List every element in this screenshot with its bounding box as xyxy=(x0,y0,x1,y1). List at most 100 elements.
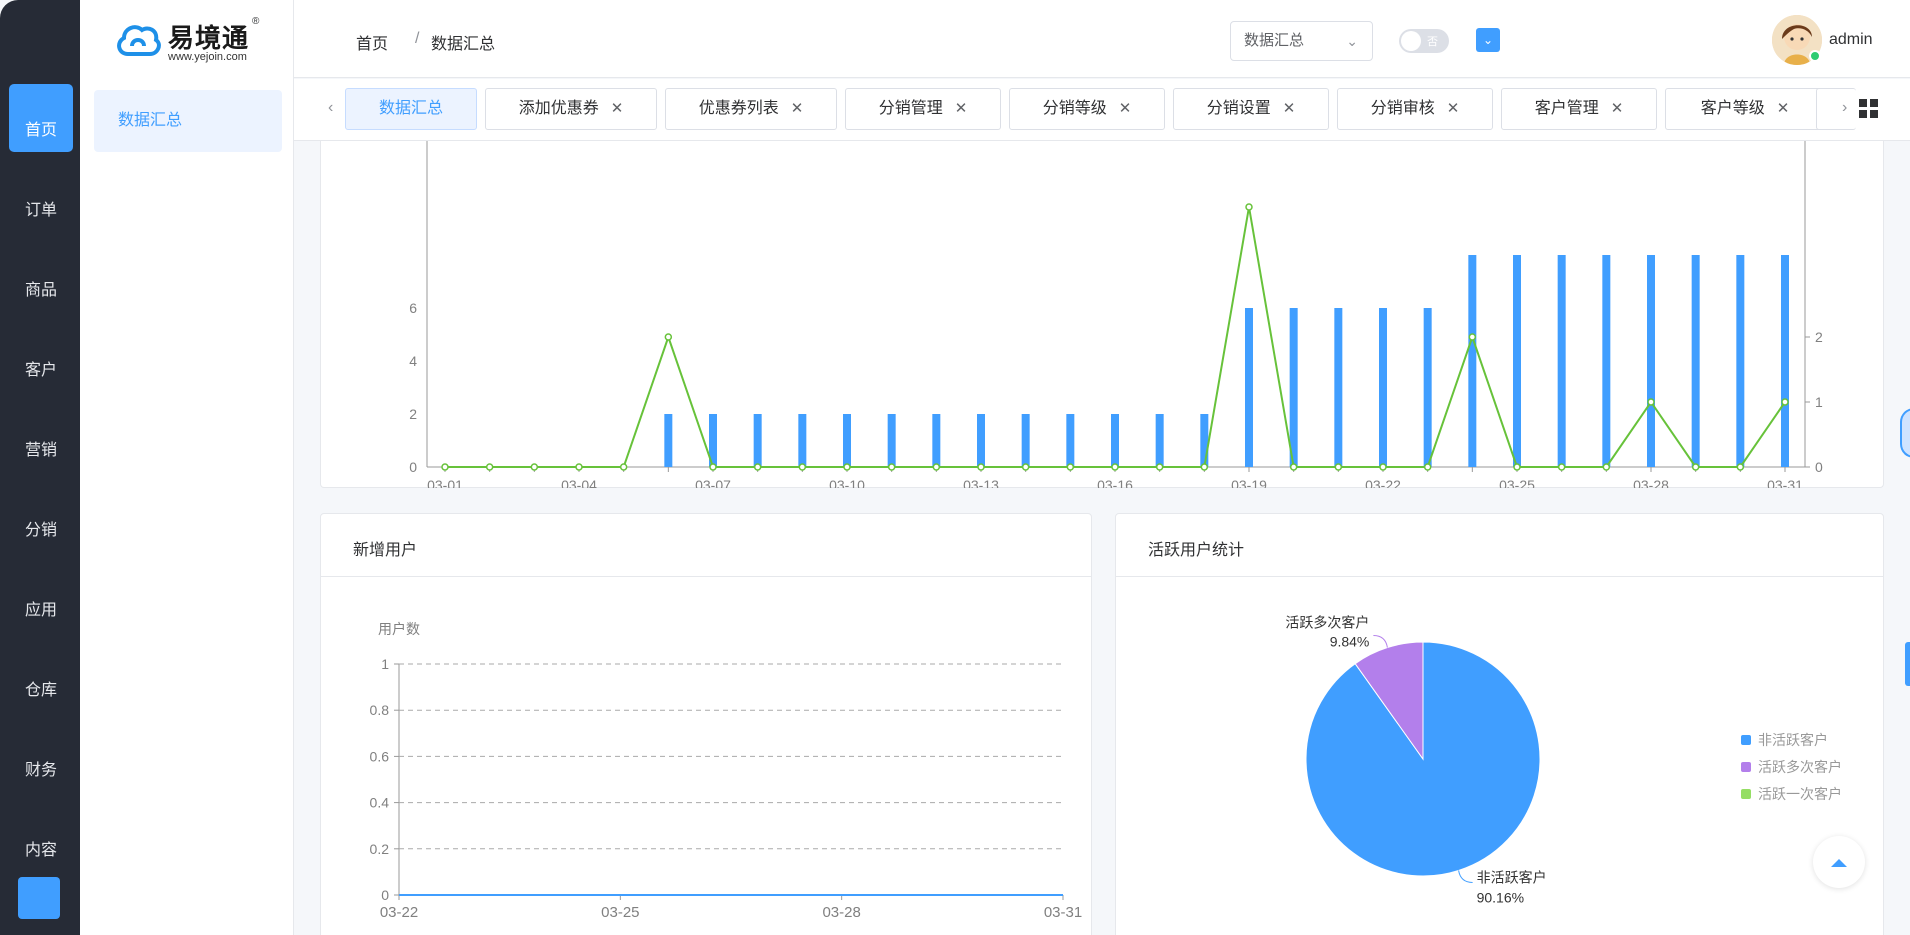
sidebar-item-label: 首页 xyxy=(24,122,57,139)
pie-label-value: 9.84% xyxy=(1330,634,1370,650)
theme-toggle[interactable]: 否 xyxy=(1399,29,1449,53)
close-icon[interactable]: ✕ xyxy=(955,100,968,117)
sidebar-item-order[interactable]: 订单 xyxy=(9,164,73,232)
bar-mark xyxy=(1021,414,1030,467)
bar-mark xyxy=(1513,255,1521,467)
registered-mark: ® xyxy=(252,16,260,27)
line-point xyxy=(1289,463,1298,471)
sidebar-item-marketing[interactable]: 营销 xyxy=(9,404,73,472)
username-label: admin xyxy=(1829,31,1873,48)
y-right-tick-label: 2 xyxy=(1815,329,1823,345)
bar-mark xyxy=(664,414,673,467)
home-icon xyxy=(9,84,73,110)
line-point xyxy=(798,463,807,471)
sidebar-item-content[interactable]: 内容 xyxy=(9,804,73,872)
sidebar-item-app[interactable]: 应用 xyxy=(9,564,73,632)
sidebar-item-warehouse[interactable]: 仓库 xyxy=(9,644,73,712)
side-panel-handle[interactable] xyxy=(1905,642,1910,686)
menu-search-select[interactable]: 数据汇总 ⌄ xyxy=(1230,21,1373,61)
sidebar-item-finance[interactable]: 财务 xyxy=(9,724,73,792)
sidebar-item-goods[interactable]: 商品 xyxy=(9,244,73,312)
breadcrumb-current: 数据汇总 xyxy=(431,30,495,54)
pie-label-name: 非活跃客户 xyxy=(1477,869,1547,885)
x-tick-label: 03-28 xyxy=(822,904,860,921)
tab-0[interactable]: 数据汇总 xyxy=(345,88,477,130)
close-icon[interactable]: ✕ xyxy=(611,100,624,117)
breadcrumb-home[interactable]: 首页 xyxy=(356,30,388,54)
theme-color-picker[interactable]: ⌄ xyxy=(1476,28,1500,52)
top-bar: 首页 / 数据汇总 数据汇总 ⌄ 否 ⌄ admin xyxy=(294,0,1910,78)
grid-menu-icon[interactable] xyxy=(1859,99,1879,119)
tab-8[interactable]: 客户等级 ✕ xyxy=(1665,88,1825,130)
tab-4[interactable]: 分销等级 ✕ xyxy=(1009,88,1165,130)
line-point xyxy=(1736,463,1745,471)
sidebar-item-label: 订单 xyxy=(24,202,57,219)
close-icon[interactable]: ✕ xyxy=(1283,100,1296,117)
legend-label: 活跃多次客户 xyxy=(1758,759,1842,775)
y-tick-label: 1 xyxy=(381,656,389,672)
cloud-logo-icon xyxy=(117,25,161,56)
tool-icon-2[interactable] xyxy=(1559,28,1579,52)
tabs-scroll-right-icon[interactable]: › xyxy=(1842,99,1847,117)
bar-mark xyxy=(1245,308,1253,467)
x-tick-label: 03-10 xyxy=(829,477,865,488)
tool-icon-4[interactable] xyxy=(1632,28,1652,52)
collapse-sidebar-button[interactable] xyxy=(18,877,60,919)
order-trend-chart: 0 2 4 6 0 1 2 03-01 03-04 03-07 03-10 03-13 03-16 03-… xyxy=(409,141,1823,493)
x-tick-label: 03-28 xyxy=(1633,477,1669,488)
close-icon[interactable]: ✕ xyxy=(1119,100,1132,117)
back-to-top-button[interactable] xyxy=(1813,836,1865,888)
bar-mark xyxy=(1289,308,1298,467)
goods-icon xyxy=(9,244,73,270)
tool-icon-7[interactable] xyxy=(1741,28,1761,52)
close-icon[interactable]: ✕ xyxy=(1447,100,1460,117)
tab-label: 分销设置 xyxy=(1206,100,1271,117)
tool-icon-1[interactable] xyxy=(1522,28,1542,52)
bar-mark xyxy=(977,414,985,467)
marketing-icon xyxy=(9,404,73,430)
line-point xyxy=(1468,333,1477,341)
bar-mark xyxy=(1155,414,1164,467)
line-point xyxy=(843,463,851,471)
bar-mark xyxy=(887,414,896,467)
subnav-item-data-summary[interactable]: 数据汇总 xyxy=(94,90,282,152)
logo-text: 易境通 xyxy=(168,23,250,53)
tab-5[interactable]: 分销设置 ✕ xyxy=(1173,88,1329,130)
active-users-title: 活跃用户统计 xyxy=(1148,542,1245,559)
x-tick-label: 03-25 xyxy=(1499,477,1535,488)
tool-icon-3[interactable] xyxy=(1595,28,1615,52)
sidebar-item-customer[interactable]: 客户 xyxy=(9,324,73,392)
x-tick-label: 03-31 xyxy=(1767,477,1803,488)
tab-1[interactable]: 添加优惠券 ✕ xyxy=(485,88,657,130)
floating-side-button[interactable] xyxy=(1900,408,1910,458)
sidebar-item-distribution[interactable]: 分销 xyxy=(9,484,73,552)
x-tick-label: 03-01 xyxy=(427,477,463,488)
close-icon[interactable]: ✕ xyxy=(791,100,804,117)
y-left-tick-label: 2 xyxy=(409,406,417,422)
tool-icon-5[interactable] xyxy=(1668,28,1688,52)
user-menu[interactable]: admin xyxy=(1829,31,1873,49)
tabs-scroll-left-icon[interactable]: ‹ xyxy=(328,99,333,117)
search-select-value: 数据汇总 xyxy=(1244,32,1305,49)
tab-3[interactable]: 分销管理 ✕ xyxy=(845,88,1001,130)
warehouse-icon xyxy=(9,644,73,670)
sidebar-item-label: 分销 xyxy=(24,522,57,539)
line-point xyxy=(753,463,762,471)
bar-mark xyxy=(1647,255,1655,467)
close-icon[interactable]: ✕ xyxy=(1777,100,1790,117)
x-tick-label: 03-07 xyxy=(695,477,731,488)
close-icon[interactable]: ✕ xyxy=(1611,100,1624,117)
tab-6[interactable]: 分销审核 ✕ xyxy=(1337,88,1493,130)
tool-icon-6[interactable] xyxy=(1705,28,1725,52)
chevron-down-icon: ⌄ xyxy=(1346,33,1358,49)
line-point xyxy=(1111,463,1119,471)
sidebar-item-label: 内容 xyxy=(24,842,57,859)
line-point xyxy=(485,463,494,471)
tab-2[interactable]: 优惠券列表 ✕ xyxy=(665,88,837,130)
line-point xyxy=(575,463,583,471)
line-point xyxy=(977,463,985,471)
line-point xyxy=(1245,203,1253,211)
line-point xyxy=(932,463,941,471)
sidebar-item-home[interactable]: 首页 xyxy=(9,84,73,152)
tab-7[interactable]: 客户管理 ✕ xyxy=(1501,88,1657,130)
